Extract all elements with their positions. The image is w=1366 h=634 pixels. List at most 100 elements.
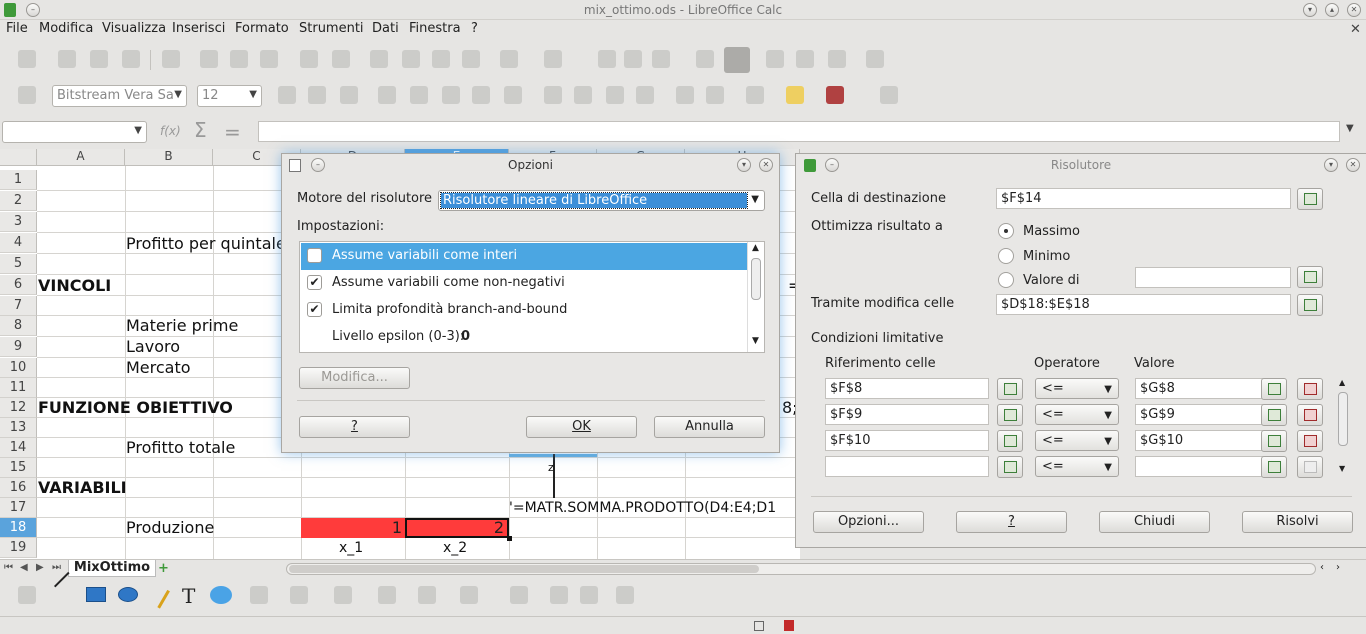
cut-icon[interactable] xyxy=(370,50,388,68)
solve-button[interactable]: Risolvi xyxy=(1242,511,1353,533)
underline-icon[interactable] xyxy=(340,86,358,104)
row-header-15[interactable]: 15 xyxy=(0,458,37,478)
delete-decimal-icon[interactable] xyxy=(636,86,654,104)
cell-d18[interactable]: 1 xyxy=(301,518,405,538)
cell-b8[interactable]: Materie prime xyxy=(126,316,238,336)
cell-b18[interactable]: Produzione xyxy=(126,518,214,538)
clone-format-icon[interactable] xyxy=(462,50,480,68)
solver-collapse-icon[interactable]: ▾ xyxy=(1324,158,1338,172)
constraint-4-val-shrink[interactable] xyxy=(1261,456,1287,478)
cell-d19[interactable]: x_1 xyxy=(339,538,363,558)
extrusion-icon[interactable] xyxy=(616,586,634,604)
solver-help-button[interactable]: ? xyxy=(956,511,1067,533)
options-collapse-icon[interactable]: ▾ xyxy=(737,158,751,172)
merge-cells-icon[interactable] xyxy=(504,86,522,104)
cell-a12[interactable]: FUNZIONE OBIETTIVO xyxy=(38,398,233,418)
increase-indent-icon[interactable] xyxy=(706,86,724,104)
options-menu-icon[interactable]: – xyxy=(311,158,325,172)
align-right-icon[interactable] xyxy=(442,86,460,104)
settings-item-epsilon[interactable]: Livello epsilon (0-3): 0 xyxy=(301,324,747,351)
callout-icon[interactable] xyxy=(210,586,232,604)
currency-icon[interactable] xyxy=(544,86,562,104)
solver-close-button[interactable]: Chiudi xyxy=(1099,511,1210,533)
modify-button[interactable]: Modifica... xyxy=(299,367,410,389)
row-header-14[interactable]: 14 xyxy=(0,438,37,458)
constraint-1-delete[interactable] xyxy=(1297,378,1323,400)
constraint-4-delete[interactable] xyxy=(1297,456,1323,478)
constraint-2-ref[interactable]: $F$9 xyxy=(825,404,989,425)
symbol-shapes-icon[interactable] xyxy=(290,586,308,604)
constraint-4-op[interactable]: <= ▼ xyxy=(1035,456,1119,477)
fontwork-icon[interactable] xyxy=(550,586,568,604)
align-left-icon[interactable] xyxy=(378,86,396,104)
col-header-b[interactable]: B xyxy=(125,149,213,166)
scroll-up-icon[interactable]: ▲ xyxy=(752,243,759,253)
stars-icon[interactable] xyxy=(460,586,478,604)
gallery-icon[interactable] xyxy=(796,50,814,68)
integer-checkbox[interactable] xyxy=(307,248,322,263)
scroll-up-icon[interactable]: ▲ xyxy=(1339,378,1345,387)
row-header-4[interactable]: 4 xyxy=(0,233,37,253)
row-header-1[interactable]: 1 xyxy=(0,170,37,190)
row-header-17[interactable]: 17 xyxy=(0,498,37,518)
bold-icon[interactable] xyxy=(278,86,296,104)
menu-help[interactable]: ? xyxy=(471,21,478,36)
settings-item-integer[interactable]: Assume variabili come interi xyxy=(301,243,747,270)
row-header-19[interactable]: 19 xyxy=(0,538,37,558)
undo-icon[interactable] xyxy=(500,50,518,68)
settings-item-nonneg[interactable]: ✔ Assume variabili come non-negativi xyxy=(301,270,747,297)
changing-shrink-button[interactable] xyxy=(1297,294,1323,316)
expand-formula-icon[interactable]: ▼ xyxy=(1346,123,1354,134)
target-input[interactable]: $F$14 xyxy=(996,188,1291,209)
add-sheet-icon[interactable]: + xyxy=(158,561,169,576)
row-header-10[interactable]: 10 xyxy=(0,358,37,378)
col-header-a[interactable]: A xyxy=(37,149,125,166)
scroll-thumb[interactable] xyxy=(289,565,759,573)
prev-sheet-icon[interactable]: ◀ xyxy=(20,562,28,573)
close-document-icon[interactable]: ✕ xyxy=(1350,22,1361,37)
cell-b9[interactable]: Lavoro xyxy=(126,337,180,357)
cell-e19[interactable]: x_2 xyxy=(443,538,467,558)
constraint-2-op[interactable]: <= ▼ xyxy=(1035,404,1119,425)
constraint-4-ref[interactable] xyxy=(825,456,989,477)
row-header-12[interactable]: 12 xyxy=(0,398,37,418)
options-help-button[interactable]: ? xyxy=(299,416,410,438)
ellipse-icon[interactable] xyxy=(118,587,138,602)
horizontal-scrollbar[interactable] xyxy=(286,563,1316,575)
constraint-2-ref-shrink[interactable] xyxy=(997,404,1023,426)
value-shrink-button[interactable] xyxy=(1297,266,1323,288)
menu-finestra[interactable]: Finestra xyxy=(409,21,461,36)
constraint-1-val[interactable]: $G$8 xyxy=(1135,378,1265,399)
fill-handle[interactable] xyxy=(507,536,512,541)
spellcheck-icon[interactable] xyxy=(300,50,318,68)
help-icon[interactable] xyxy=(866,50,884,68)
cell-b4[interactable]: Profitto per quintale xyxy=(126,234,286,254)
font-name-combo[interactable]: Bitstream Vera Sa ▼ xyxy=(52,85,187,107)
redo-icon[interactable] xyxy=(544,50,562,68)
constraint-2-val[interactable]: $G$9 xyxy=(1135,404,1265,425)
row-header-5[interactable]: 5 xyxy=(0,254,37,274)
hyperlink-icon[interactable] xyxy=(598,50,616,68)
options-close-icon[interactable]: ✕ xyxy=(759,158,773,172)
sum-icon[interactable]: Σ xyxy=(194,118,207,142)
row-header-13[interactable]: 13 xyxy=(0,418,37,438)
constraint-1-ref-shrink[interactable] xyxy=(997,378,1023,400)
row-header-7[interactable]: 7 xyxy=(0,296,37,316)
constraint-3-delete[interactable] xyxy=(1297,430,1323,452)
row-header-18[interactable]: 18 xyxy=(0,518,37,538)
scroll-down-icon[interactable]: ▼ xyxy=(752,336,759,346)
flowchart-icon[interactable] xyxy=(378,586,396,604)
datasources-icon[interactable] xyxy=(828,50,846,68)
row-header-16[interactable]: 16 xyxy=(0,478,37,498)
menu-file[interactable]: File xyxy=(6,21,28,36)
italic-icon[interactable] xyxy=(308,86,326,104)
scroll-down-icon[interactable]: ▼ xyxy=(1339,464,1345,473)
constraints-scroll-thumb[interactable] xyxy=(1338,392,1348,446)
menu-modifica[interactable]: Modifica xyxy=(39,21,93,36)
corner-select-all[interactable] xyxy=(0,149,37,166)
min-radio[interactable] xyxy=(998,248,1014,264)
text-icon[interactable]: T xyxy=(182,584,195,608)
new-icon[interactable] xyxy=(18,50,36,68)
solver-close-icon[interactable]: ✕ xyxy=(1346,158,1360,172)
cell-e18[interactable]: 2 xyxy=(405,518,509,538)
